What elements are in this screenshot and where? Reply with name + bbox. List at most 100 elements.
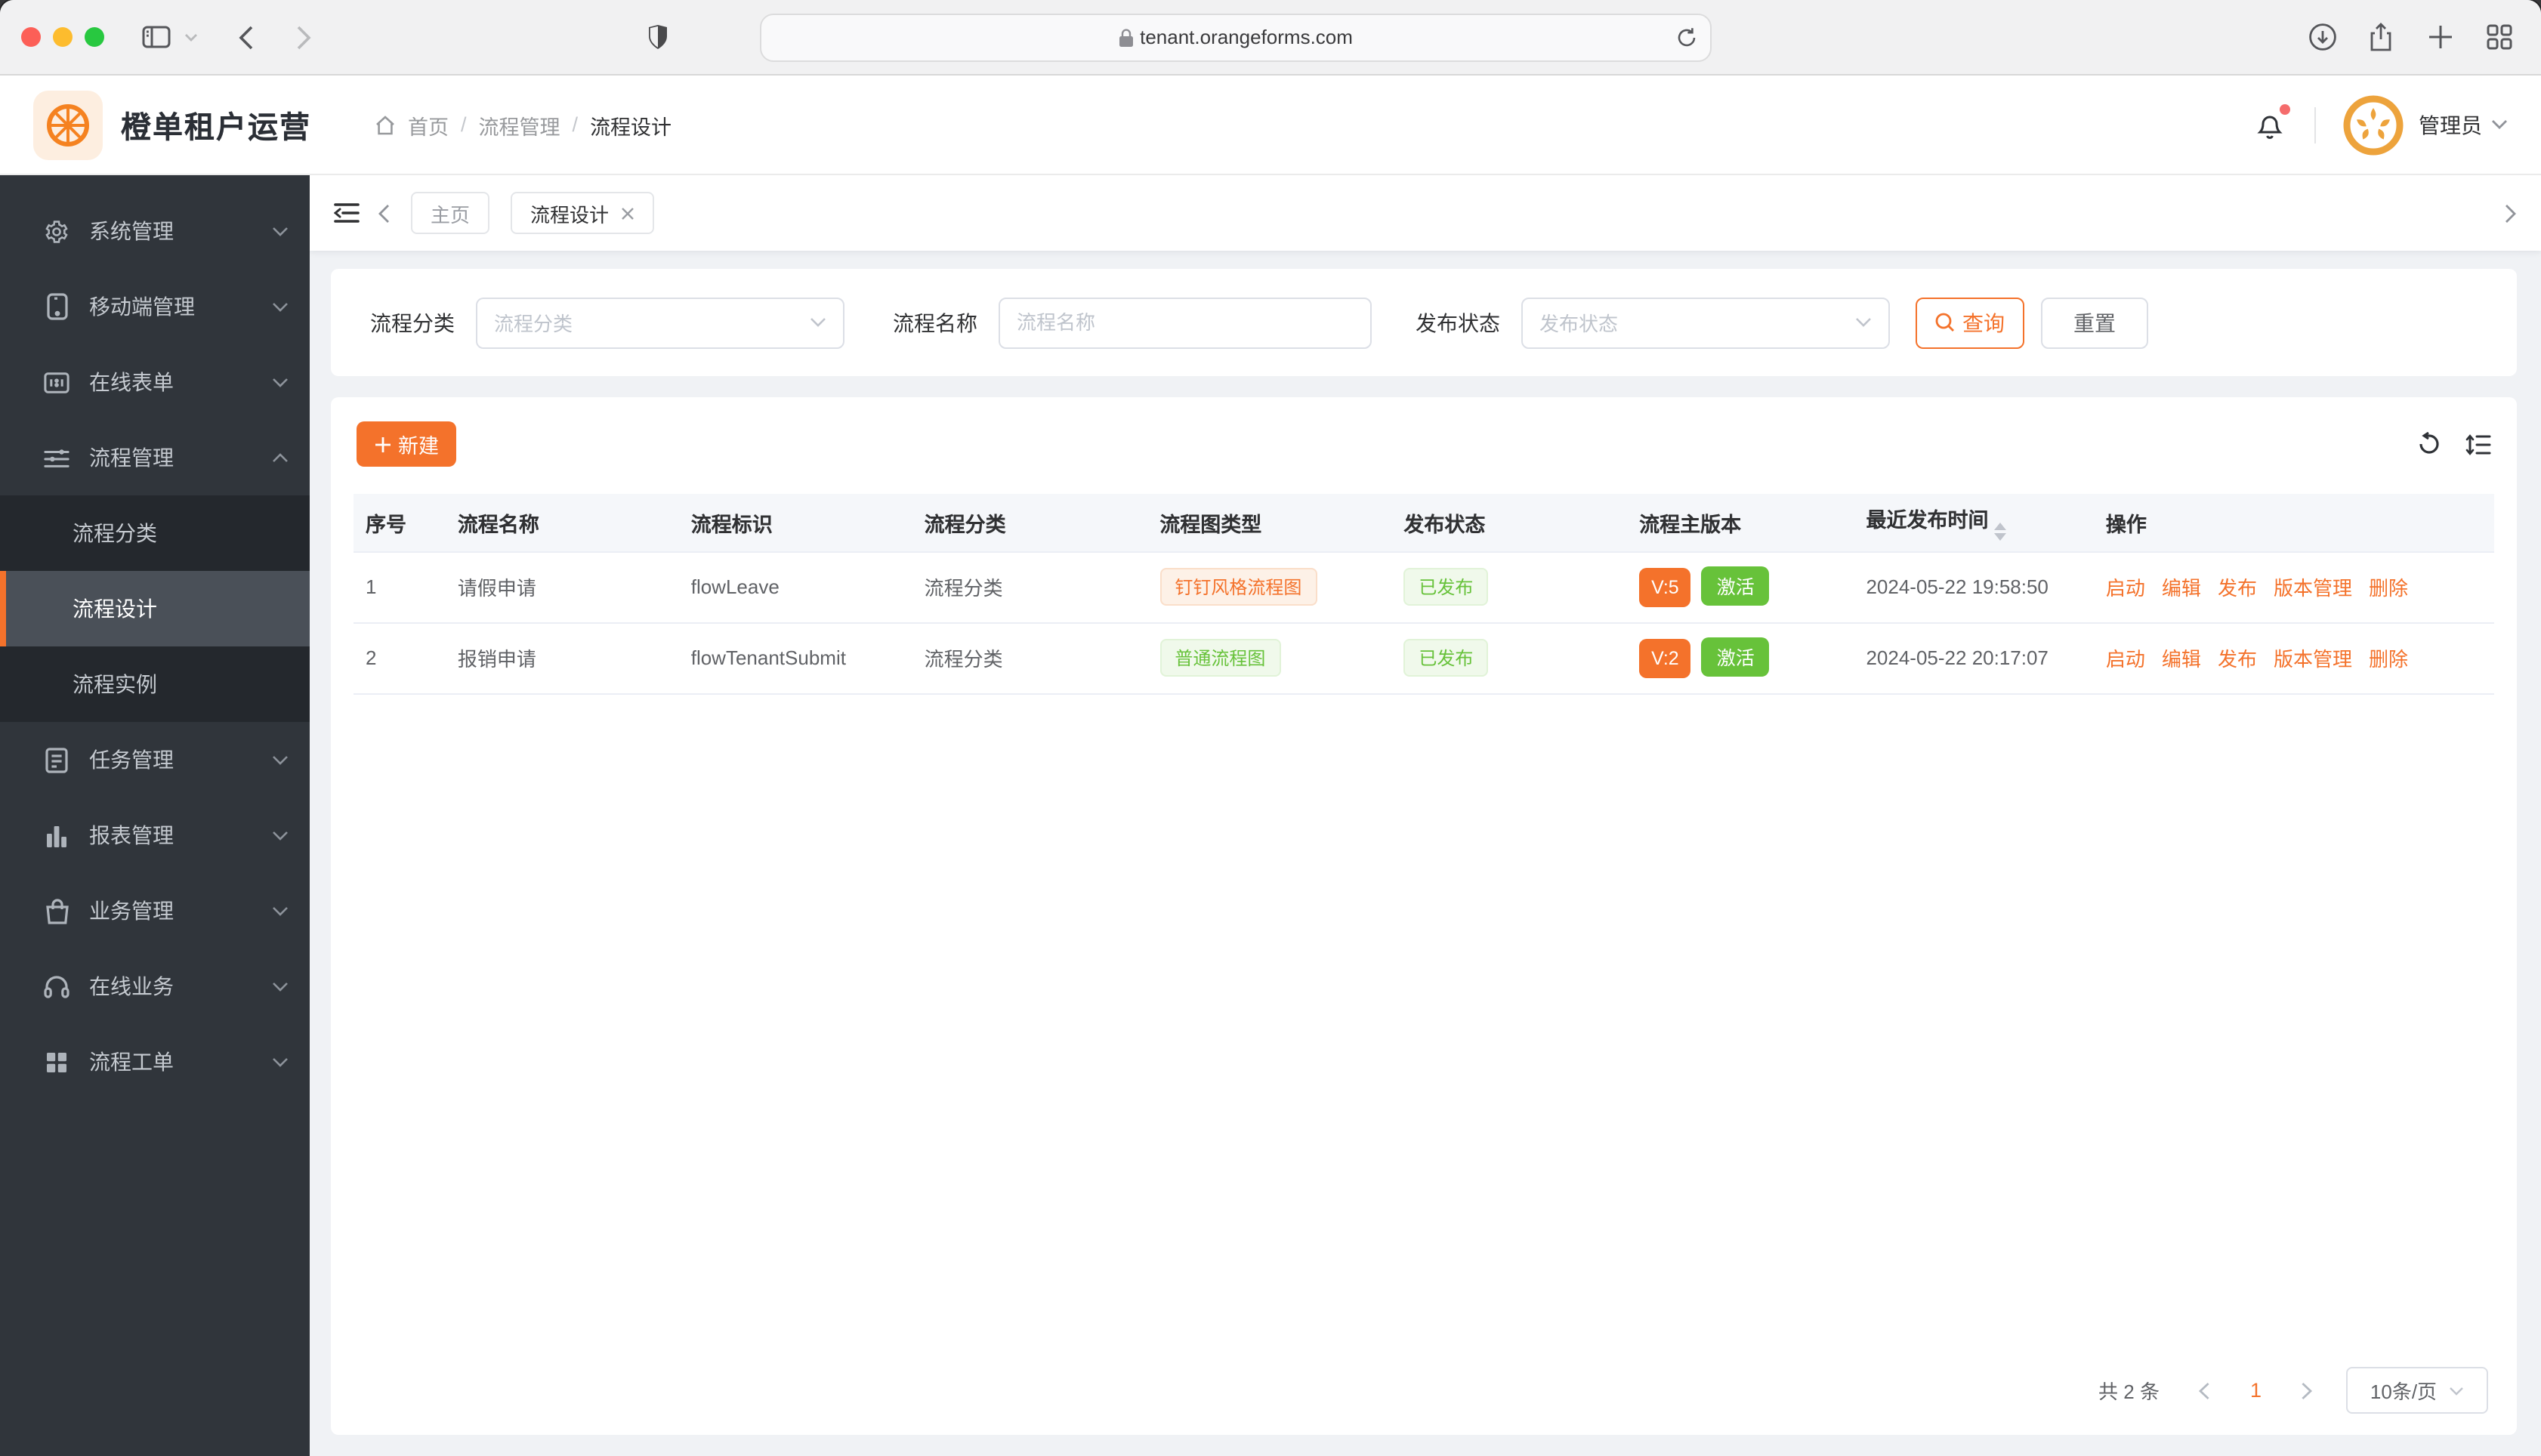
sidebar-toggle-icon[interactable] [134,16,177,58]
app-header: 橙单租户运营 首页 / 流程管理 / 流程设计 管理员 [0,76,2541,175]
back-icon[interactable] [225,16,267,58]
address-bar[interactable]: tenant.orangeforms.com [760,13,1712,61]
reset-button[interactable]: 重置 [2041,297,2148,348]
avatar[interactable] [2343,94,2404,155]
breadcrumb-item-home[interactable]: 首页 [408,110,449,140]
select-placeholder: 发布状态 [1539,313,1619,335]
sidebar-item-label: 任务管理 [89,748,174,772]
row-density-icon[interactable] [2465,433,2491,455]
share-icon[interactable] [2360,16,2402,58]
tab-overview-icon[interactable] [2478,16,2520,58]
user-name[interactable]: 管理员 [2419,110,2482,140]
cell-index: 2 [354,622,446,694]
page-title: 橙单租户运营 [121,112,311,145]
action-publish-link[interactable]: 发布 [2218,648,2257,671]
table-header-row: 序号 流程名称 流程标识 流程分类 流程图类型 发布状态 流程主版本 最近发布时… [354,494,2494,552]
zoom-window-button[interactable] [85,27,104,47]
pagination-prev-icon[interactable] [2199,1381,2211,1399]
chevron-down-icon [272,226,289,236]
action-version-mgmt-link[interactable]: 版本管理 [2274,577,2352,600]
refresh-icon[interactable] [2417,432,2441,456]
pagination: 共 2 条 1 10条/页 [354,1358,2494,1417]
lock-icon [1119,28,1133,46]
active-badge: 激活 [1701,637,1770,677]
filter-name-label: 流程名称 [893,310,977,335]
chevron-down-icon[interactable] [180,16,201,58]
sidebar-item-flow-mgmt[interactable]: 流程管理 [0,420,310,495]
col-published-time[interactable]: 最近发布时间 [1854,494,2094,552]
reload-icon[interactable] [1677,26,1697,48]
action-version-mgmt-link[interactable]: 版本管理 [2274,648,2352,671]
action-edit-link[interactable]: 编辑 [2162,648,2201,671]
sidebar-item-label: 业务管理 [89,899,174,923]
filter-status-select[interactable]: 发布状态 [1521,297,1890,348]
action-start-link[interactable]: 启动 [2106,577,2145,600]
chevron-down-icon [1855,317,1872,328]
filter-status-label: 发布状态 [1416,310,1500,335]
cell-published-time: 2024-05-22 19:58:50 [1854,551,2094,623]
tabs-scroll-right-icon[interactable] [2505,203,2517,223]
close-tab-icon[interactable] [621,206,634,220]
sidebar-item-flow-design[interactable]: 流程设计 [0,571,310,646]
sidebar-item-label: 流程工单 [89,1050,174,1074]
form-icon [44,371,69,393]
sliders-icon [44,446,69,469]
breadcrumb-item-flow-mgmt[interactable]: 流程管理 [479,110,560,140]
action-start-link[interactable]: 启动 [2106,648,2145,671]
headset-icon [44,974,69,998]
close-window-button[interactable] [21,27,41,47]
chevron-down-icon [272,377,289,387]
cell-key: flowLeave [678,551,912,623]
sidebar-item-business-mgmt[interactable]: 业务管理 [0,873,310,949]
table-card: 新建 序号 流程名称 流程标识 流程分类 流程图类型 发布状态 流程主版本 最近… [331,397,2517,1435]
diagram-type-badge: 钉钉风格流程图 [1159,568,1317,606]
filter-category-label: 流程分类 [370,310,455,335]
action-delete-link[interactable]: 删除 [2369,577,2408,600]
cell-index: 1 [354,551,446,623]
tabs-scroll-left-icon[interactable] [378,203,390,223]
sidebar-item-mobile[interactable]: 移动端管理 [0,269,310,344]
sidebar-item-flow-category[interactable]: 流程分类 [0,495,310,571]
sidebar-item-label: 在线业务 [89,974,174,998]
filter-name-input[interactable] [1017,311,1354,334]
plus-icon [374,436,391,452]
sidebar-submenu-flow-mgmt: 流程分类 流程设计 流程实例 [0,495,310,722]
sidebar-item-flow-instance[interactable]: 流程实例 [0,646,310,722]
tab-flow-design[interactable]: 流程设计 [511,192,655,234]
user-menu-chevron-icon[interactable] [2491,119,2508,130]
active-badge: 激活 [1701,566,1770,606]
sort-carets-icon[interactable] [1994,523,2007,541]
sidebar-item-online-business[interactable]: 在线业务 [0,949,310,1024]
notifications-bell-icon[interactable] [2255,104,2290,140]
url-text: tenant.orangeforms.com [1140,26,1353,48]
sidebar-item-task-mgmt[interactable]: 任务管理 [0,722,310,797]
search-button[interactable]: 查询 [1916,297,2024,348]
chevron-down-icon [272,830,289,841]
minimize-window-button[interactable] [53,27,73,47]
downloads-icon[interactable] [2301,16,2343,58]
pagination-page-1[interactable]: 1 [2250,1379,2262,1402]
new-tab-icon[interactable] [2419,16,2461,58]
action-delete-link[interactable]: 删除 [2369,648,2408,671]
pagination-next-icon[interactable] [2301,1381,2313,1399]
sidebar-item-system[interactable]: 系统管理 [0,193,310,269]
filter-category-select[interactable]: 流程分类 [476,297,844,348]
tab-home[interactable]: 主页 [411,192,490,234]
action-publish-link[interactable]: 发布 [2218,577,2257,600]
sidebar-item-label: 在线表单 [89,370,174,394]
tab-label: 主页 [431,203,471,226]
chevron-down-icon [272,754,289,765]
chevron-down-icon [272,981,289,992]
forward-icon[interactable] [283,16,325,58]
collapse-menu-icon[interactable] [334,202,360,224]
sidebar-item-online-form[interactable]: 在线表单 [0,344,310,420]
sidebar-item-label: 流程管理 [89,446,174,470]
page-size-select[interactable]: 10条/页 [2346,1367,2488,1414]
create-button[interactable]: 新建 [357,421,456,467]
chevron-up-icon [272,452,289,463]
sidebar-item-flow-ticket[interactable]: 流程工单 [0,1024,310,1100]
sidebar-item-report-mgmt[interactable]: 报表管理 [0,797,310,873]
col-key: 流程标识 [678,494,912,552]
action-edit-link[interactable]: 编辑 [2162,577,2201,600]
publish-status-badge: 已发布 [1403,639,1489,677]
